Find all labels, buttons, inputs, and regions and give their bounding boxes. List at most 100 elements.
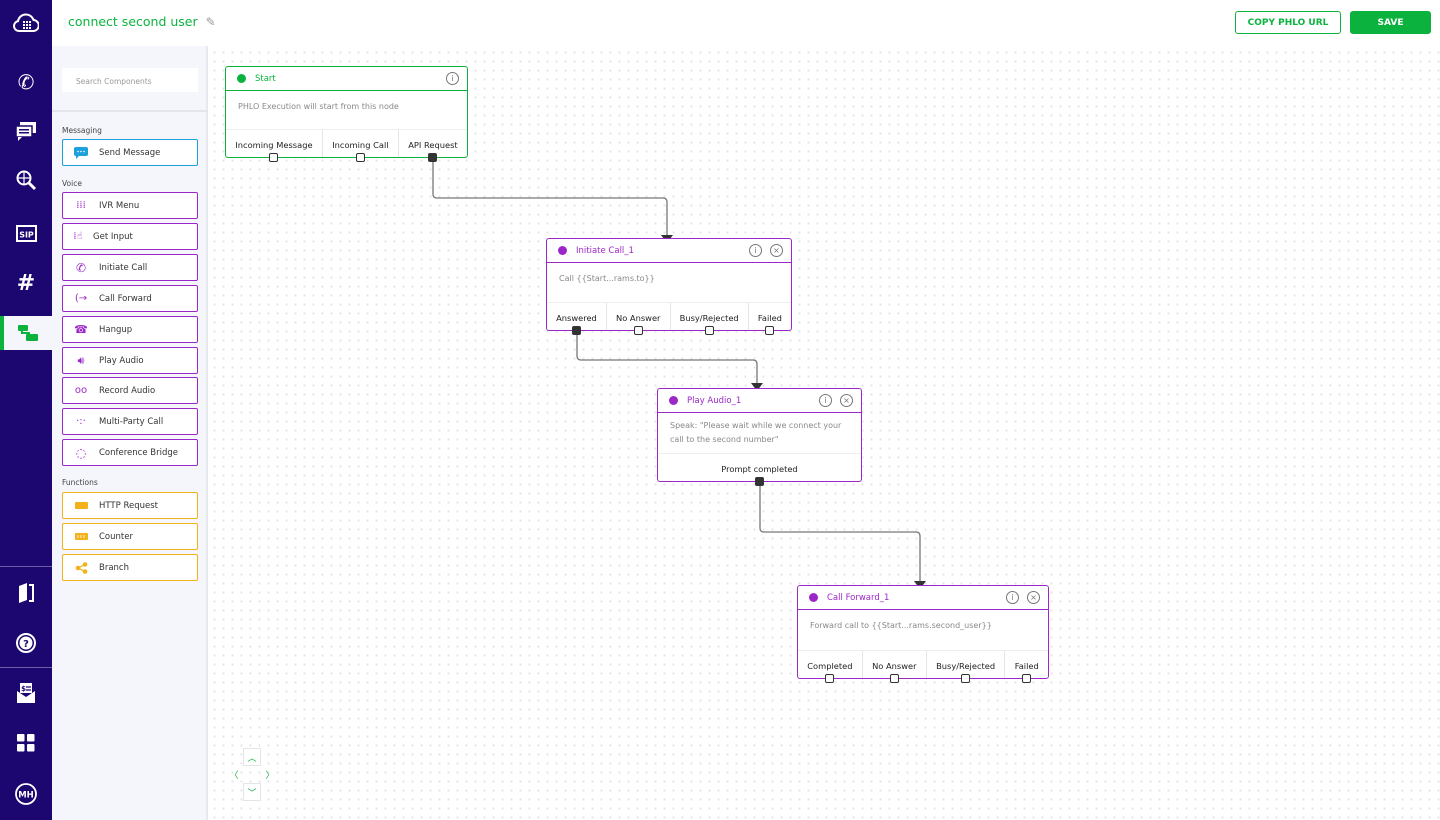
connection-play-to-forward <box>759 482 921 582</box>
component-hangup[interactable]: ☎ Hangup <box>62 316 198 343</box>
node-call-forward[interactable]: Call Forward_1 i × Forward call to {{Star… <box>797 585 1049 683</box>
component-label: Hangup <box>99 324 133 335</box>
rail-voice[interactable]: ✆ <box>0 65 52 99</box>
node-description: Forward call to {{Start...rams.second_us… <box>810 621 992 630</box>
status-dot <box>237 74 246 83</box>
component-ivr-menu[interactable]: ⁞⁞⁞ IVR Menu <box>62 192 198 219</box>
component-http-request[interactable]: HTTP Request <box>62 492 198 519</box>
output-port[interactable] <box>571 326 581 335</box>
node-play-audio[interactable]: Play Audio_1 i × Speak: "Please wait whil… <box>657 388 862 486</box>
component-counter[interactable]: Counter <box>62 523 198 550</box>
help-icon: ? <box>16 633 36 653</box>
output-port[interactable] <box>1022 674 1032 683</box>
rail-help[interactable]: ? <box>0 626 52 660</box>
output-port[interactable] <box>269 153 279 162</box>
output-port[interactable] <box>633 326 643 335</box>
output-answered[interactable]: Answered <box>547 303 606 335</box>
rail-sip[interactable]: SIP <box>0 216 52 250</box>
node-title: Start <box>255 73 276 84</box>
output-completed[interactable]: Completed <box>798 651 862 683</box>
component-send-message[interactable]: Send Message <box>62 139 198 166</box>
component-label: HTTP Request <box>99 500 158 511</box>
hash-icon: # <box>16 270 36 296</box>
output-port[interactable] <box>355 153 365 162</box>
output-no-answer[interactable]: No Answer <box>861 651 926 683</box>
speaker-icon: 🔊︎ <box>77 353 85 367</box>
rail-numbers[interactable]: # <box>0 266 52 300</box>
output-busy-rejected[interactable]: Busy/Rejected <box>925 651 1005 683</box>
output-incoming-message[interactable]: Incoming Message <box>226 130 322 162</box>
output-port[interactable] <box>765 326 775 335</box>
info-icon[interactable]: i <box>446 72 459 85</box>
rail-billing[interactable]: $ <box>0 676 52 710</box>
pan-right-button[interactable]: 〉 <box>261 765 279 783</box>
rail-divider-2 <box>0 667 52 668</box>
info-icon[interactable]: i <box>749 244 762 257</box>
node-description: Call {{Start...rams.to}} <box>559 274 655 283</box>
component-get-input[interactable]: ⁞☝ Get Input <box>62 223 198 250</box>
connection-start-to-initiate <box>432 160 668 236</box>
flow-icon <box>18 325 38 341</box>
rail-messaging[interactable] <box>0 114 52 148</box>
output-failed[interactable]: Failed <box>747 303 791 335</box>
svg-text:MH: MH <box>18 791 34 801</box>
copy-phlo-url-button[interactable]: COPY PHLO URL <box>1235 11 1341 34</box>
output-incoming-call[interactable]: Incoming Call <box>321 130 398 162</box>
output-port[interactable] <box>825 674 835 683</box>
phlo-canvas[interactable]: Start i PHLO Execution will start from t… <box>210 48 1440 820</box>
output-port[interactable] <box>704 326 714 335</box>
output-label: Completed <box>807 660 853 671</box>
close-icon[interactable]: × <box>770 244 783 257</box>
components-panel: Search Components Messaging Send Message… <box>52 46 208 820</box>
output-label: Incoming Call <box>332 139 389 150</box>
http-icon <box>74 502 88 509</box>
pan-left-button[interactable]: 〈 <box>225 765 243 783</box>
component-record-audio[interactable]: oo Record Audio <box>62 377 198 404</box>
component-initiate-call[interactable]: ✆ Initiate Call <box>62 254 198 281</box>
component-multi-party-call[interactable]: ·:· Multi-Party Call <box>62 408 198 435</box>
output-port[interactable] <box>755 477 764 486</box>
output-prompt-completed[interactable]: Prompt completed <box>658 454 861 486</box>
chat-icon <box>15 122 36 141</box>
close-icon[interactable]: × <box>1027 591 1040 604</box>
output-no-answer[interactable]: No Answer <box>605 303 670 335</box>
rail-docs[interactable] <box>0 576 52 610</box>
save-button[interactable]: SAVE <box>1350 11 1431 34</box>
component-branch[interactable]: Branch <box>62 554 198 581</box>
search-components-input[interactable]: Search Components <box>62 68 198 92</box>
rail-phlo[interactable] <box>0 316 52 350</box>
pan-down-button[interactable]: ﹀ <box>243 783 261 801</box>
output-port[interactable] <box>428 153 438 162</box>
node-title: Initiate Call_1 <box>576 245 634 256</box>
rail-apps[interactable] <box>0 726 52 760</box>
component-conference-bridge[interactable]: ◌ Conference Bridge <box>62 439 198 466</box>
node-initiate-call[interactable]: Initiate Call_1 i × Call {{Start...rams.t… <box>546 238 792 335</box>
phone-icon: ✆ <box>75 260 87 275</box>
info-icon[interactable]: i <box>819 394 832 407</box>
output-api-request[interactable]: API Request <box>397 130 467 162</box>
info-icon[interactable]: i <box>1006 591 1019 604</box>
close-icon[interactable]: × <box>840 394 853 407</box>
phlo-title[interactable]: connect second user ✎ <box>68 14 216 29</box>
rail-account[interactable]: MH <box>0 777 52 811</box>
component-label: Multi-Party Call <box>99 416 164 427</box>
output-failed[interactable]: Failed <box>1004 651 1048 683</box>
pan-up-button[interactable]: ︿ <box>243 748 261 766</box>
sip-icon: SIP <box>16 225 37 242</box>
connection-initiate-to-play <box>576 332 758 384</box>
rail-lookup[interactable] <box>0 163 52 197</box>
component-play-audio[interactable]: 🔊︎ Play Audio <box>62 347 198 374</box>
multiparty-icon: ·:· <box>76 416 86 427</box>
logo-button[interactable] <box>0 6 52 40</box>
node-start[interactable]: Start i PHLO Execution will start from t… <box>225 66 468 162</box>
output-label: Answered <box>556 312 597 323</box>
component-label: Branch <box>99 562 129 573</box>
status-dot <box>669 396 678 405</box>
output-port[interactable] <box>889 674 899 683</box>
component-call-forward[interactable]: (→ Call Forward <box>62 285 198 312</box>
output-busy-rejected[interactable]: Busy/Rejected <box>669 303 748 335</box>
pencil-icon[interactable]: ✎ <box>206 15 216 29</box>
chevron-down-icon: ﹀ <box>247 788 257 799</box>
output-port[interactable] <box>961 674 971 683</box>
node-description: PHLO Execution will start from this node <box>238 102 399 111</box>
